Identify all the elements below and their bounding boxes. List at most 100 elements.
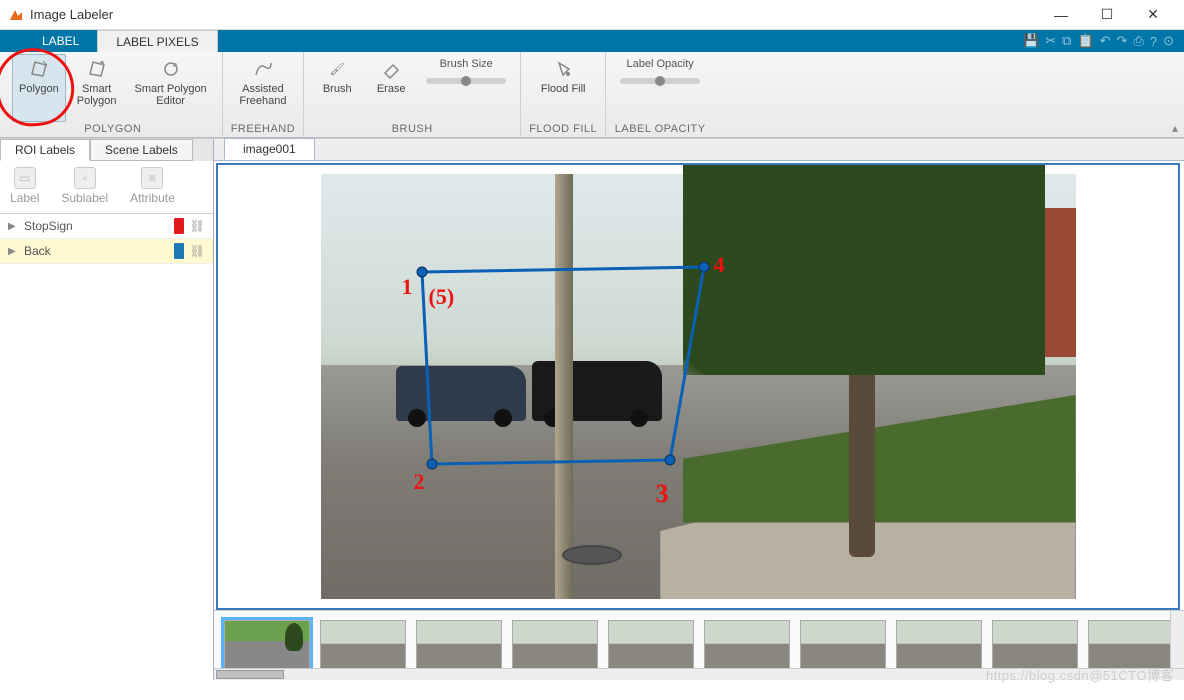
freehand-icon (251, 57, 275, 81)
thumbnail[interactable] (512, 620, 598, 672)
titlebar: Image Labeler — ☐ ✕ (0, 0, 1184, 30)
qat-print-icon[interactable]: ⎙ (1133, 33, 1143, 49)
brush-icon: 🖌 (325, 57, 349, 81)
qat-copy-icon[interactable]: ⧉ (1062, 33, 1071, 49)
label-panel-tabs: ROI Labels Scene Labels (0, 139, 213, 161)
tab-label-pixels[interactable]: LABEL PIXELS (97, 30, 217, 52)
tool-erase-label: Erase (377, 83, 406, 95)
thumbnail[interactable] (224, 620, 310, 672)
tab-scene-labels[interactable]: Scene Labels (90, 139, 193, 161)
tool-flood-fill-label: Flood Fill (541, 83, 586, 95)
tab-label[interactable]: LABEL (24, 30, 97, 52)
document-tabs: image001 (214, 139, 1184, 161)
sublabel-icon: ▫ (74, 167, 96, 189)
thumbnail[interactable] (896, 620, 982, 672)
new-attribute-text: Attribute (130, 191, 175, 205)
expand-icon: ▶ (8, 246, 18, 257)
image-content: 1 2 3 4 (5) (321, 174, 1076, 599)
label-color-swatch (174, 243, 184, 259)
label-color-swatch (174, 218, 184, 234)
brush-size-slider[interactable] (426, 78, 506, 84)
label-actions: ▭ Label ▫ Sublabel ≡ Attribute (0, 161, 213, 214)
group-polygon-label: POLYGON (84, 122, 141, 137)
link-icon: ⛓ (190, 219, 205, 233)
qat-paste-icon[interactable]: 📋 (1077, 33, 1093, 49)
document-area: image001 1 2 3 (214, 139, 1184, 680)
qat-cut-icon[interactable]: ✂ (1045, 33, 1056, 49)
expand-icon: ▶ (8, 221, 18, 232)
group-label-opacity-label: LABEL OPACITY (615, 122, 706, 137)
group-brush: 🖌 Brush Erase Brush Size BRUSH (304, 52, 521, 137)
thumbnail[interactable] (320, 620, 406, 672)
thumbnail-vscroll[interactable] (1170, 611, 1184, 668)
tool-assisted-freehand[interactable]: Assisted Freehand (232, 54, 293, 122)
new-label-button[interactable]: ▭ Label (10, 167, 39, 205)
group-brush-label: BRUSH (392, 122, 433, 137)
brush-size-label: Brush Size (440, 58, 493, 70)
thumbnail[interactable] (800, 620, 886, 672)
thumbnail[interactable] (704, 620, 790, 672)
tool-smart-polygon-editor-label: Smart Polygon Editor (135, 83, 207, 107)
labels-list: ▶ StopSign ⛓ ▶ Back ⛓ (0, 214, 213, 680)
collapse-ribbon-icon[interactable]: ▴ (1172, 121, 1178, 135)
label-icon: ▭ (14, 167, 36, 189)
thumbnail[interactable] (608, 620, 694, 672)
group-flood-fill-label: FLOOD FILL (529, 122, 597, 137)
smart-polygon-icon (85, 57, 109, 81)
new-sublabel-button[interactable]: ▫ Sublabel (61, 167, 108, 205)
tool-polygon-label: Polygon (19, 83, 59, 95)
thumbnail[interactable] (416, 620, 502, 672)
group-label-opacity: Label Opacity LABEL OPACITY (606, 52, 714, 137)
tool-smart-polygon-label: Smart Polygon (77, 83, 117, 107)
toolstrip: Polygon Smart Polygon Smart Polygon Edit… (0, 52, 1184, 138)
tool-flood-fill[interactable]: Flood Fill (534, 54, 593, 122)
main-split: ROI Labels Scene Labels ▭ Label ▫ Sublabel… (0, 138, 1184, 680)
label-name: Back (24, 244, 168, 258)
quick-access-toolbar: 💾 ✂ ⧉ 📋 ↶ ↷ ⎙ ? ⊙ (1023, 30, 1184, 52)
qat-undo-icon[interactable]: ↶ (1100, 33, 1111, 49)
label-row-stopsign[interactable]: ▶ StopSign ⛓ (0, 214, 213, 239)
maximize-button[interactable]: ☐ (1084, 0, 1130, 30)
label-name: StopSign (24, 219, 168, 233)
group-freehand: Assisted Freehand FREEHAND (223, 52, 305, 137)
matlab-icon (8, 7, 24, 23)
image-canvas[interactable]: 1 2 3 4 (5) (216, 163, 1180, 610)
qat-save-icon[interactable]: 💾 (1023, 33, 1039, 49)
window-title: Image Labeler (30, 7, 1038, 22)
close-button[interactable]: ✕ (1130, 0, 1176, 30)
tool-assisted-freehand-label: Assisted Freehand (239, 83, 286, 107)
new-attribute-button[interactable]: ≡ Attribute (130, 167, 175, 205)
label-opacity-label: Label Opacity (627, 58, 694, 70)
document-tab-image001[interactable]: image001 (224, 138, 315, 160)
thumbnail[interactable] (992, 620, 1078, 672)
tab-roi-labels[interactable]: ROI Labels (0, 139, 90, 161)
thumbnail-browser (214, 610, 1184, 680)
smart-polygon-editor-icon (159, 57, 183, 81)
qat-redo-icon[interactable]: ↷ (1117, 33, 1128, 49)
label-panel: ROI Labels Scene Labels ▭ Label ▫ Sublabel… (0, 139, 214, 680)
qat-menu-icon[interactable]: ⊙ (1163, 33, 1174, 49)
tool-erase[interactable]: Erase (366, 54, 416, 122)
tool-smart-polygon[interactable]: Smart Polygon (70, 54, 124, 122)
tool-polygon[interactable]: Polygon (12, 54, 66, 122)
flood-fill-icon (551, 57, 575, 81)
label-opacity-slider[interactable] (620, 78, 700, 84)
link-icon: ⛓ (190, 244, 205, 258)
erase-icon (379, 57, 403, 81)
polygon-icon (27, 57, 51, 81)
new-sublabel-text: Sublabel (61, 191, 108, 205)
tool-smart-polygon-editor[interactable]: Smart Polygon Editor (128, 54, 214, 122)
new-label-text: Label (10, 191, 39, 205)
window-controls: — ☐ ✕ (1038, 0, 1176, 30)
group-flood-fill: Flood Fill FLOOD FILL (521, 52, 606, 137)
tabstrip: LABEL LABEL PIXELS 💾 ✂ ⧉ 📋 ↶ ↷ ⎙ ? ⊙ (0, 30, 1184, 52)
qat-help-icon[interactable]: ? (1150, 34, 1157, 49)
label-row-back[interactable]: ▶ Back ⛓ (0, 239, 213, 264)
group-polygon: Polygon Smart Polygon Smart Polygon Edit… (4, 52, 223, 137)
thumbnail-hscroll[interactable] (214, 668, 1184, 680)
minimize-button[interactable]: — (1038, 0, 1084, 30)
thumbnail[interactable] (1088, 620, 1174, 672)
tool-brush[interactable]: 🖌 Brush (312, 54, 362, 122)
group-freehand-label: FREEHAND (231, 122, 296, 137)
attribute-icon: ≡ (141, 167, 163, 189)
